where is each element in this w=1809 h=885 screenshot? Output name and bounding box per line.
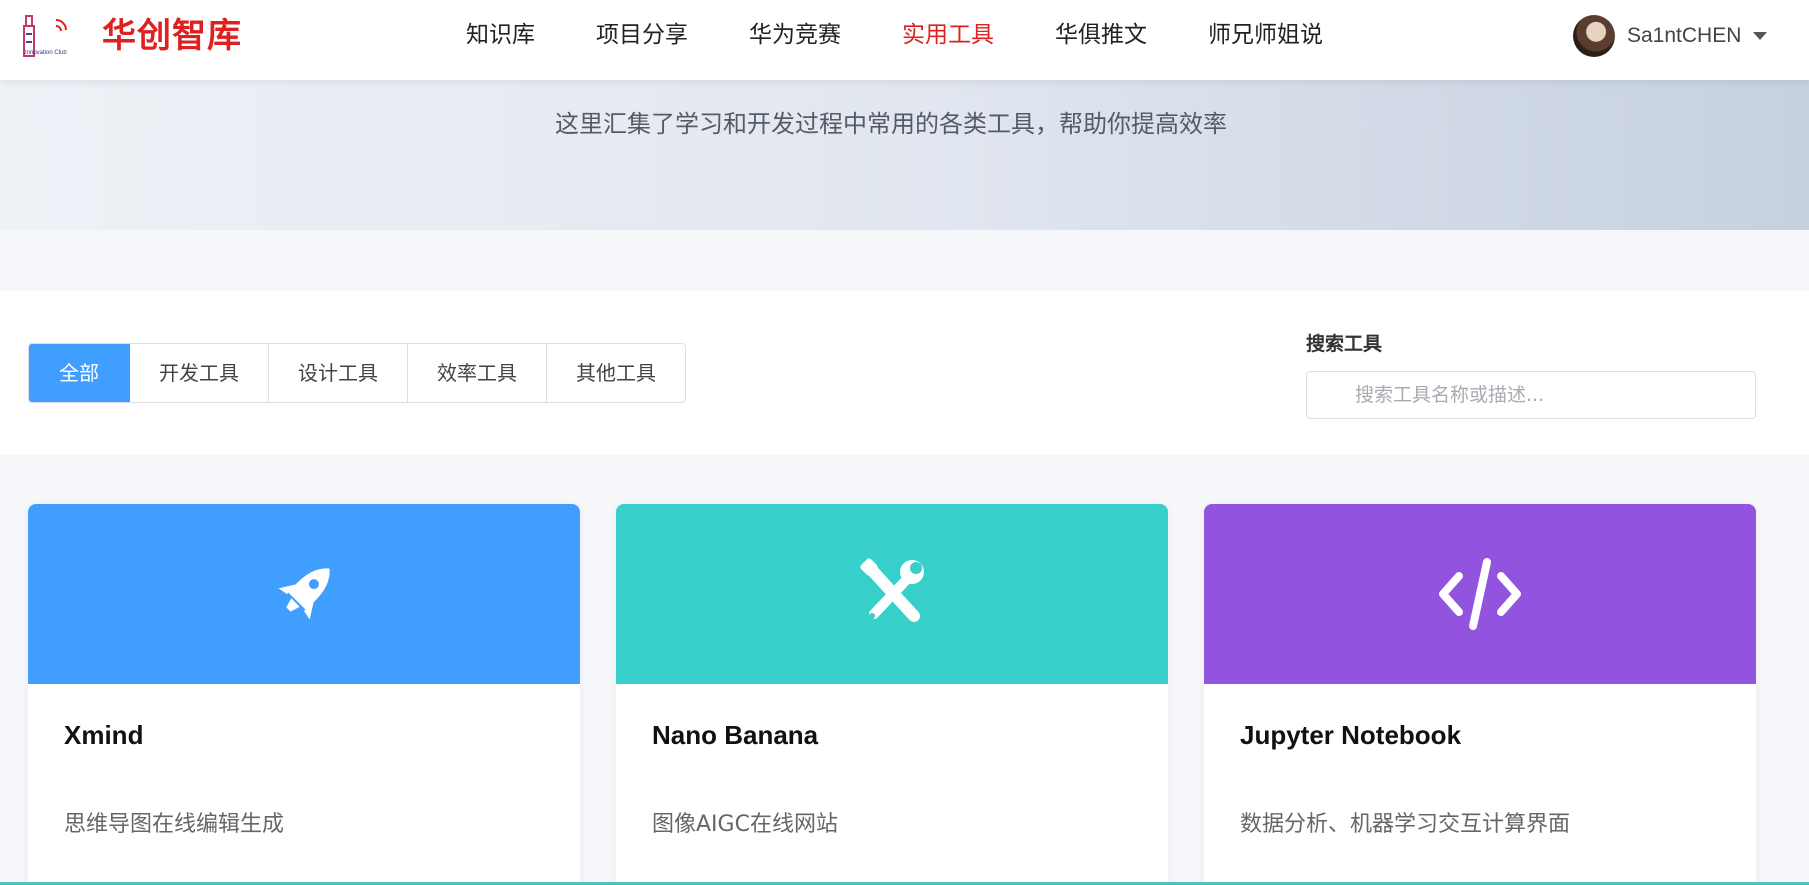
tool-description: 图像AIGC在线网站 bbox=[652, 812, 838, 837]
username[interactable]: Sa1ntCHEN bbox=[1627, 24, 1741, 48]
top-navbar: Innovation Club 华创智库 知识库 项目分享 华为竞赛 实用工具 … bbox=[0, 0, 1809, 80]
tool-name[interactable]: Xmind bbox=[64, 720, 143, 751]
svg-text:Innovation Club: Innovation Club bbox=[25, 50, 67, 56]
tab-other-tools[interactable]: 其他工具 bbox=[547, 344, 685, 402]
caret-down-icon[interactable] bbox=[1753, 32, 1768, 40]
filter-bar: 全部 开发工具 设计工具 效率工具 其他工具 搜索工具 bbox=[0, 291, 1809, 455]
tab-dev-tools[interactable]: 开发工具 bbox=[130, 344, 269, 402]
nav-item-projects[interactable]: 项目分享 bbox=[596, 0, 688, 70]
card-banner bbox=[616, 504, 1168, 684]
search-label: 搜索工具 bbox=[1306, 333, 1383, 355]
rocket-icon bbox=[278, 568, 330, 620]
main-nav: 知识库 项目分享 华为竞赛 实用工具 华俱推文 师兄师姐说 bbox=[466, 0, 1384, 70]
tab-all[interactable]: 全部 bbox=[29, 344, 130, 402]
tools-icon bbox=[860, 558, 924, 622]
brand-title[interactable]: 华创智库 bbox=[102, 14, 242, 58]
card-banner bbox=[28, 504, 580, 684]
nav-item-tools[interactable]: 实用工具 bbox=[902, 0, 994, 70]
tool-name[interactable]: Nano Banana bbox=[652, 720, 818, 751]
tool-card-nano-banana[interactable]: Nano Banana 图像AIGC在线网站 bbox=[616, 504, 1168, 885]
card-banner bbox=[1204, 504, 1756, 684]
avatar[interactable] bbox=[1573, 15, 1615, 57]
tab-design-tools[interactable]: 设计工具 bbox=[269, 344, 408, 402]
user-menu[interactable]: Sa1ntCHEN bbox=[1573, 15, 1768, 57]
search-field-wrapper bbox=[1306, 371, 1756, 419]
nav-item-seniors-talk[interactable]: 师兄师姐说 bbox=[1208, 0, 1323, 70]
hero-subtitle: 这里汇集了学习和开发过程中常用的各类工具，帮助你提高效率 bbox=[555, 110, 1227, 138]
tab-productivity-tools[interactable]: 效率工具 bbox=[408, 344, 547, 402]
nav-item-knowledge[interactable]: 知识库 bbox=[466, 0, 535, 70]
tool-description: 思维导图在线编辑生成 bbox=[64, 812, 285, 837]
search-input[interactable] bbox=[1307, 372, 1755, 418]
code-icon bbox=[1439, 558, 1521, 630]
tool-name[interactable]: Jupyter Notebook bbox=[1240, 720, 1461, 751]
hero-banner: 这里汇集了学习和开发过程中常用的各类工具，帮助你提高效率 bbox=[0, 80, 1809, 230]
nav-item-articles[interactable]: 华俱推文 bbox=[1055, 0, 1147, 70]
tool-description: 数据分析、机器学习交互计算界面 bbox=[1240, 812, 1571, 837]
innovation-club-logo[interactable]: Innovation Club bbox=[22, 12, 78, 60]
tool-card-xmind[interactable]: Xmind 思维导图在线编辑生成 bbox=[28, 504, 580, 885]
tool-card-jupyter[interactable]: Jupyter Notebook 数据分析、机器学习交互计算界面 bbox=[1204, 504, 1756, 885]
category-tabs: 全部 开发工具 设计工具 效率工具 其他工具 bbox=[28, 343, 686, 403]
nav-item-huawei-contest[interactable]: 华为竞赛 bbox=[749, 0, 841, 70]
